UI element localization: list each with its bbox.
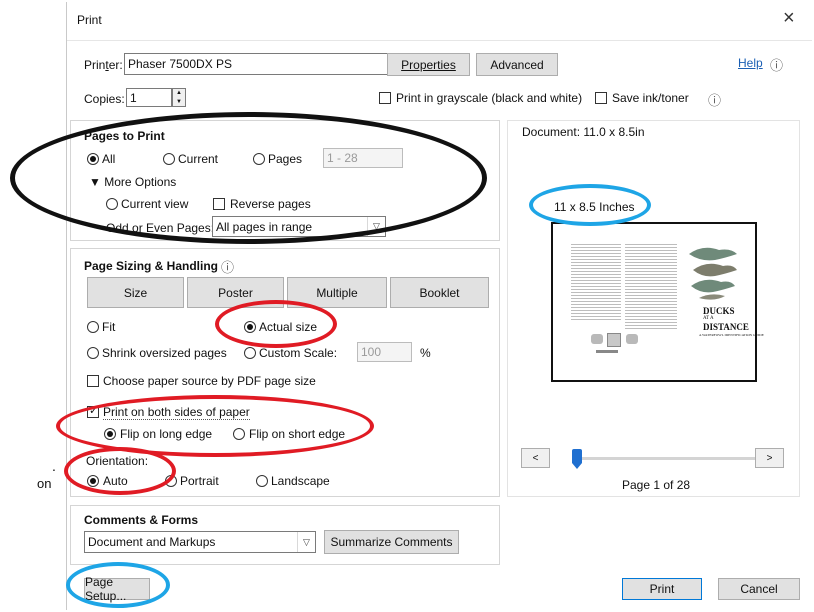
copies-stepper[interactable]: ▲ ▼ <box>172 88 186 107</box>
next-page-button[interactable]: > <box>755 448 784 468</box>
orientation-auto-radio[interactable] <box>87 475 99 487</box>
odd-even-select[interactable]: All pages in range ▽ <box>212 216 386 237</box>
comments-forms-title: Comments & Forms <box>84 513 199 527</box>
flip-long-edge-radio[interactable] <box>104 428 116 440</box>
fit-label: Fit <box>102 320 116 334</box>
print-dialog: Print × Printer: Phaser 7500DX PS ▽ Prop… <box>66 2 812 610</box>
orientation-label: Orientation: <box>86 454 149 468</box>
save-ink-label: Save ink/toner <box>612 91 689 105</box>
copies-input[interactable]: 1 <box>126 88 172 107</box>
document-size-label: Document: 11.0 x 8.5in <box>522 125 645 139</box>
current-page-label: Current <box>178 152 219 166</box>
current-page-radio[interactable] <box>163 153 175 165</box>
help-info-icon: ⓘ <box>770 58 784 73</box>
advanced-button[interactable]: Advanced <box>476 53 558 76</box>
orientation-portrait-label: Portrait <box>180 474 219 488</box>
prev-page-button[interactable]: < <box>521 448 550 468</box>
reverse-pages-checkbox[interactable] <box>213 198 225 210</box>
paper-source-label: Choose paper source by PDF page size <box>103 374 316 388</box>
both-sides-checkbox[interactable] <box>87 405 99 418</box>
outside-bullet: . <box>52 458 56 474</box>
save-ink-info-icon[interactable]: ⓘ <box>708 90 721 109</box>
preview-doc-subtitle: A WATERFOWL IDENTIFICATION GUIDE <box>699 333 764 337</box>
percent-label: % <box>420 346 431 360</box>
page-setup-button[interactable]: Page Setup... <box>84 575 150 603</box>
shrink-oversized-radio[interactable] <box>87 347 99 359</box>
print-button[interactable]: Print <box>622 578 702 600</box>
page-slider-track[interactable] <box>575 457 757 460</box>
help-link[interactable]: Help <box>738 56 763 70</box>
title-separator <box>67 40 812 41</box>
preview-doc-title: DUCKS <box>703 306 735 316</box>
pages-range-radio[interactable] <box>253 153 265 165</box>
preview-logo <box>626 334 638 344</box>
pages-to-print-title: Pages to Print <box>84 129 165 143</box>
tab-multiple[interactable]: Multiple <box>287 277 387 308</box>
all-pages-radio[interactable] <box>87 153 99 165</box>
page-sizing-info-icon[interactable]: ⓘ <box>221 257 234 276</box>
custom-scale-radio[interactable] <box>244 347 256 359</box>
printer-label: Printer: <box>84 58 123 72</box>
orientation-portrait-radio[interactable] <box>165 475 177 487</box>
duck-illustration <box>689 247 737 300</box>
preview-text-column <box>625 242 677 330</box>
printer-value: Phaser 7500DX PS <box>128 57 233 71</box>
preview-doc-at: AT A <box>703 316 714 321</box>
page-sizing-title: Page Sizing & Handling <box>84 259 219 273</box>
tab-poster[interactable]: Poster <box>187 277 284 308</box>
copies-label: Copies: <box>84 92 125 106</box>
grayscale-checkbox[interactable] <box>379 92 391 104</box>
flip-long-edge-label: Flip on long edge <box>120 427 213 441</box>
current-view-label: Current view <box>121 197 189 211</box>
both-sides-label: Print on both sides of paper <box>103 405 250 420</box>
comments-forms-select[interactable]: Document and Markups ▽ <box>84 531 316 553</box>
outside-text-fragment: on <box>37 476 52 491</box>
fit-radio[interactable] <box>87 321 99 333</box>
tab-size[interactable]: Size <box>87 277 184 308</box>
custom-scale-input[interactable]: 100 <box>357 342 412 362</box>
properties-button[interactable]: Properties <box>387 53 470 76</box>
more-options-toggle[interactable]: ▼ More Options <box>89 175 176 189</box>
shrink-oversized-label: Shrink oversized pages <box>102 346 227 360</box>
chevron-down-icon: ▽ <box>367 217 385 236</box>
custom-scale-label: Custom Scale: <box>259 346 338 360</box>
preview-logo-text <box>596 350 618 353</box>
pages-range-label: Pages <box>268 152 303 166</box>
paper-size-label: 11 x 8.5 Inches <box>554 200 635 214</box>
reverse-pages-label: Reverse pages <box>230 197 311 211</box>
pages-range-input[interactable]: 1 - 28 <box>323 148 403 168</box>
tab-booklet[interactable]: Booklet <box>390 277 489 308</box>
orientation-landscape-radio[interactable] <box>256 475 268 487</box>
preview-text-column <box>571 242 621 320</box>
preview-logo <box>607 333 621 347</box>
preview-doc-distance: DISTANCE <box>703 322 749 332</box>
paper-source-checkbox[interactable] <box>87 375 99 387</box>
page-indicator: Page 1 of 28 <box>622 478 691 492</box>
summarize-comments-button[interactable]: Summarize Comments <box>324 530 459 554</box>
actual-size-label: Actual size <box>259 320 318 334</box>
save-ink-checkbox[interactable] <box>595 92 607 104</box>
preview-logo <box>591 334 603 344</box>
cancel-button[interactable]: Cancel <box>718 578 800 600</box>
page-preview: DUCKS AT A DISTANCE A WATERFOWL IDENTIFI… <box>551 222 764 382</box>
window-title: Print <box>77 13 102 27</box>
flip-short-edge-label: Flip on short edge <box>249 427 346 441</box>
flip-short-edge-radio[interactable] <box>233 428 245 440</box>
grayscale-label: Print in grayscale (black and white) <box>396 91 583 105</box>
actual-size-radio[interactable] <box>244 321 256 333</box>
odd-even-label: Odd or Even Pages: <box>106 221 215 235</box>
chevron-down-icon: ▽ <box>297 532 315 552</box>
orientation-auto-label: Auto <box>103 474 128 488</box>
all-pages-label: All <box>102 152 116 166</box>
current-view-radio[interactable] <box>106 198 118 210</box>
orientation-landscape-label: Landscape <box>271 474 330 488</box>
close-button[interactable]: × <box>783 7 795 30</box>
